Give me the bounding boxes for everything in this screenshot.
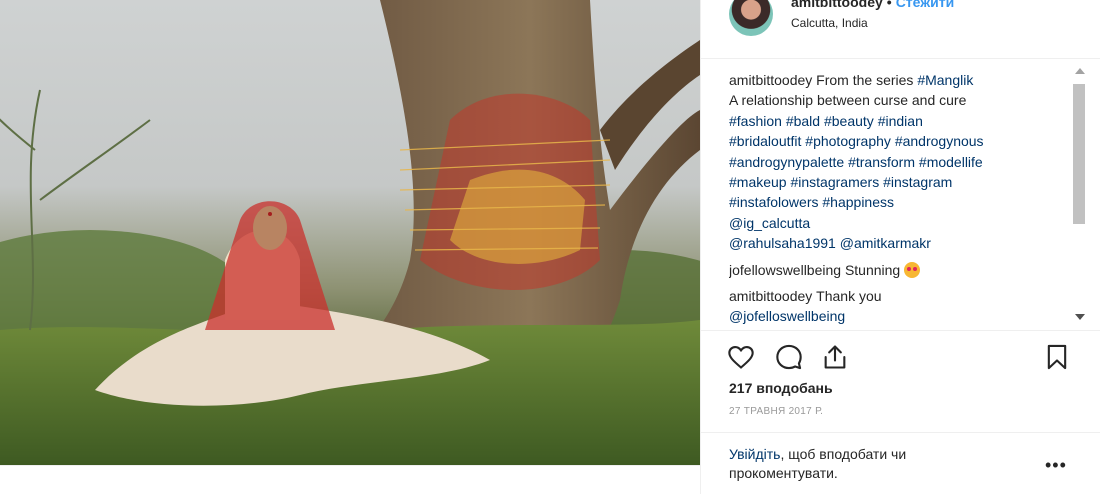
comment-item: amitbittoodey From the series #Manglik A …	[729, 70, 1069, 254]
hashtag-link[interactable]: #makeup	[729, 174, 787, 190]
post-photo-image	[0, 0, 700, 465]
post-photo[interactable]	[0, 0, 700, 465]
hashtag-link[interactable]: #androgynypalette	[729, 154, 844, 170]
scroll-down-icon[interactable]	[1075, 314, 1085, 320]
comment-username[interactable]: jofellowswellbeing	[729, 262, 845, 278]
login-prompt-section: Увійдіть, щоб вподобати чи прокоментуват…	[701, 432, 1100, 495]
mention-link[interactable]: @ig_calcutta	[729, 215, 810, 231]
post-location[interactable]: Calcutta, India	[791, 16, 868, 30]
hashtag-link[interactable]: #Manglik	[917, 72, 973, 88]
hashtag-link[interactable]: #instagram	[883, 174, 952, 190]
hashtag-link[interactable]: #transform	[848, 154, 915, 170]
post-date[interactable]: 27 ТРАВНЯ 2017 Р.	[729, 406, 823, 417]
comment-line: #instafolowers #happiness	[729, 192, 1069, 212]
comment-line: @ig_calcutta	[729, 213, 1069, 233]
post-username[interactable]: amitbittoodey	[791, 0, 883, 10]
comment-line: amitbittoodey Thank you	[729, 286, 1069, 306]
avatar[interactable]	[729, 0, 773, 36]
post-actions	[701, 330, 1100, 381]
comment-line: @jofelloswellbeing	[729, 306, 1069, 326]
comment-text: Stunning	[844, 261, 905, 278]
comments-scrollbar[interactable]	[1073, 62, 1087, 330]
login-link[interactable]: Увійдіть	[729, 446, 780, 462]
follow-button[interactable]: Стежити	[896, 0, 955, 10]
hashtag-link[interactable]: #bridaloutfit	[729, 133, 801, 149]
likes-count[interactable]: 217 вподобань	[729, 380, 833, 396]
hashtag-link[interactable]: #indian	[878, 113, 923, 129]
bookmark-icon[interactable]	[1043, 343, 1071, 371]
separator-dot: •	[886, 0, 892, 10]
comment-line: #bridaloutfit #photography #androgynous	[729, 131, 1069, 151]
comment-text: A relationship between curse and cure	[729, 92, 967, 109]
mention-link[interactable]: @jofelloswellbeing	[729, 308, 845, 324]
scroll-up-icon[interactable]	[1075, 68, 1085, 74]
hashtag-link[interactable]: #photography	[805, 133, 891, 149]
comment-icon[interactable]	[775, 343, 803, 371]
photo-bottom-strip	[0, 465, 700, 495]
comment-text: From the series	[816, 72, 918, 88]
comment-line: jofellowswellbeing Stunning	[729, 260, 1069, 280]
hashtag-link[interactable]: #fashion	[729, 113, 782, 129]
hashtag-link[interactable]: #instafolowers	[729, 194, 819, 210]
mention-link[interactable]: @amitkarmakr	[840, 235, 931, 251]
post-author-line: amitbittoodey • Стежити	[791, 0, 954, 10]
hashtag-link[interactable]: #bald	[786, 113, 820, 129]
comment-line: #fashion #bald #beauty #indian	[729, 111, 1069, 131]
hashtag-link[interactable]: #beauty	[824, 113, 874, 129]
more-options-icon[interactable]: •••	[1045, 455, 1067, 476]
scrollbar-thumb[interactable]	[1073, 84, 1085, 224]
post-side-panel: amitbittoodey • Стежити Calcutta, India am…	[700, 0, 1100, 494]
comment-line: @rahulsaha1991 @amitkarmakr	[729, 233, 1069, 253]
comment-item: amitbittoodey Thank you @jofelloswellbein…	[729, 286, 1069, 327]
comment-line: A relationship between curse and cure	[729, 90, 1069, 110]
hashtag-link[interactable]: #androgynous	[895, 133, 984, 149]
hashtag-link[interactable]: #happiness	[822, 194, 894, 210]
hashtag-link[interactable]: #modellife	[919, 154, 983, 170]
hashtag-link[interactable]: #instagramers	[790, 174, 879, 190]
comment-line: amitbittoodey From the series #Manglik	[729, 70, 1069, 90]
login-prompt: Увійдіть, щоб вподобати чи прокоментуват…	[729, 445, 979, 483]
comment-line: #androgynypalette #transform #modellife	[729, 152, 1069, 172]
heart-icon[interactable]	[727, 343, 755, 371]
comments-list[interactable]: amitbittoodey From the series #Manglik A …	[729, 70, 1069, 332]
post-header: amitbittoodey • Стежити Calcutta, India	[701, 0, 1100, 59]
heart-eyes-emoji-icon	[904, 261, 921, 278]
comment-line: #makeup #instagramers #instagram	[729, 172, 1069, 192]
share-icon[interactable]	[821, 343, 849, 371]
comment-username[interactable]: amitbittoodey	[729, 72, 816, 88]
comment-item: jofellowswellbeing Stunning	[729, 260, 1069, 280]
mention-link[interactable]: @rahulsaha1991	[729, 235, 836, 251]
comment-username[interactable]: amitbittoodey	[729, 288, 816, 304]
comment-text: Thank you	[816, 288, 882, 305]
